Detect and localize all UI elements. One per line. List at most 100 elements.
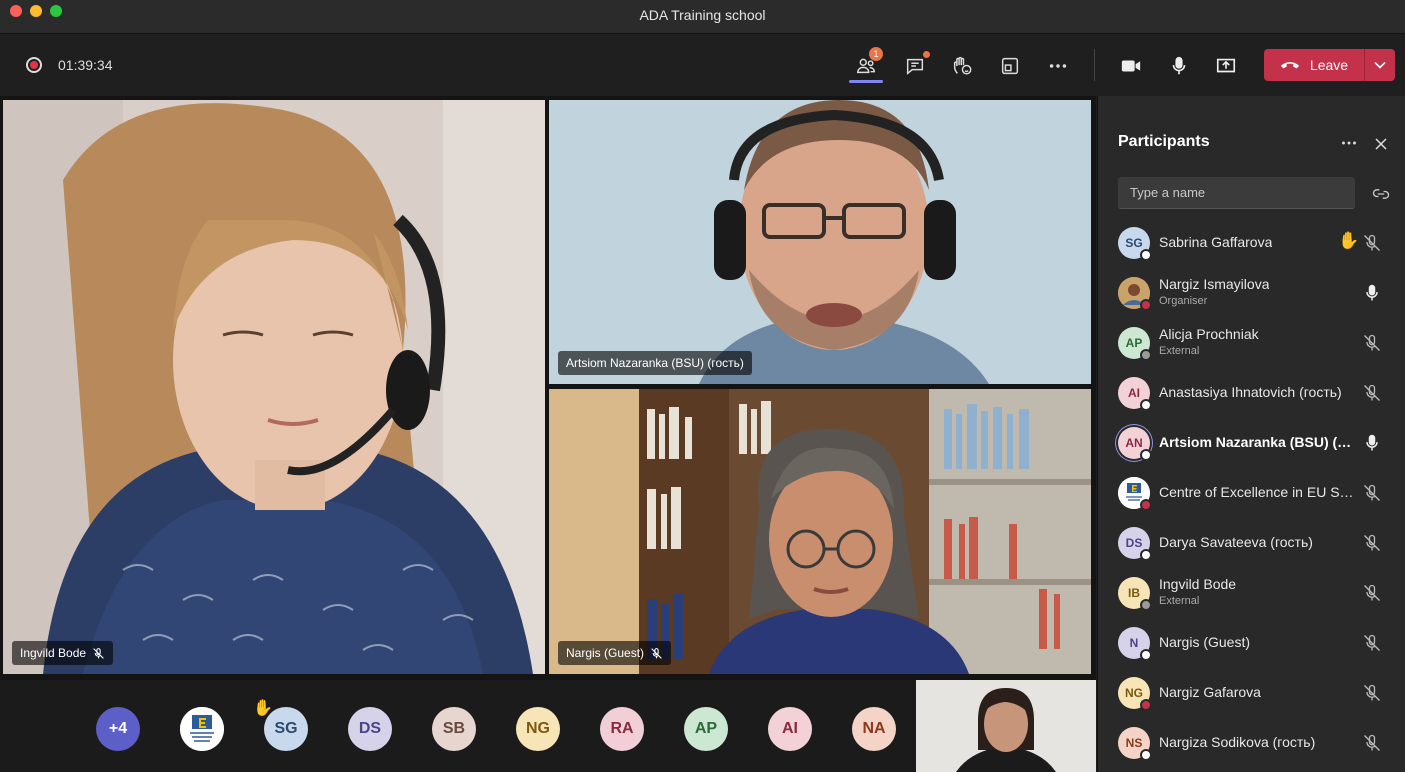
participant-row[interactable]: AI Anastasiya Ihnatovich (гость) — [1098, 368, 1405, 418]
participant-avatar: NG — [1118, 677, 1152, 711]
mic-off-icon[interactable] — [1362, 533, 1382, 553]
participant-row[interactable]: NS Nargiza Sodikova (гость) — [1098, 718, 1405, 768]
presence-status-icon — [1140, 499, 1152, 511]
participants-button[interactable]: 1 — [851, 47, 883, 81]
leave-options-button[interactable] — [1365, 49, 1395, 81]
participant-name: Nargiza Sodikova (гость) — [1159, 734, 1316, 750]
video-tile-ingvild[interactable]: Ingvild Bode — [3, 100, 545, 674]
presence-status-icon — [1140, 349, 1152, 361]
share-invite-button[interactable] — [1371, 184, 1391, 204]
gallery-initials: +4 — [108, 720, 128, 737]
share-tray-button[interactable] — [995, 51, 1025, 81]
participant-avatar: DS — [1118, 527, 1152, 561]
mic-off-icon[interactable] — [1362, 383, 1382, 403]
participant-name: Anastasiya Ihnatovich (гость) — [1159, 384, 1342, 400]
microphone-icon[interactable] — [1362, 283, 1382, 303]
gallery-avatar[interactable]: SB — [432, 707, 476, 751]
share-screen-icon — [1216, 58, 1236, 73]
meeting-toolbar: 01:39:34 1 Leave — [0, 35, 1405, 95]
participant-name: Centre of Excellence in EU Stu... — [1159, 484, 1355, 500]
gallery-initials: DS — [358, 720, 382, 737]
participant-row[interactable]: SG Sabrina Gaffarova ✋ — [1098, 218, 1405, 268]
mic-off-icon[interactable] — [1362, 633, 1382, 653]
avatar-initials: IB — [1128, 586, 1140, 600]
gallery-avatar[interactable]: NA — [852, 707, 896, 751]
video-tile-nargis[interactable]: Nargis (Guest) — [549, 389, 1091, 674]
mic-off-icon[interactable] — [1362, 583, 1382, 603]
mic-off-icon — [93, 647, 104, 659]
video-tile-artsiom[interactable]: Artsiom Nazaranka (BSU) (гость) — [549, 100, 1091, 384]
panel-more-button[interactable] — [1338, 132, 1360, 154]
participant-avatar — [1118, 277, 1152, 311]
leave-button[interactable]: Leave — [1264, 49, 1364, 81]
participant-avatar: AP — [1118, 327, 1152, 361]
participant-row[interactable]: Nargiz Ismayilova Organiser — [1098, 268, 1405, 318]
gallery-avatar-centre[interactable] — [180, 707, 224, 751]
mic-off-icon[interactable] — [1362, 483, 1382, 503]
gallery-initials: NA — [862, 720, 886, 737]
camera-button[interactable] — [1116, 51, 1146, 81]
mic-off-icon — [651, 647, 662, 659]
participant-row[interactable]: IB Ingvild Bode External — [1098, 568, 1405, 618]
gallery-avatar[interactable]: SG — [264, 707, 308, 751]
self-video-preview[interactable] — [916, 680, 1096, 772]
avatar-initials: AI — [1128, 386, 1140, 400]
presence-status-icon — [1140, 749, 1152, 761]
gallery-initials: AP — [694, 720, 718, 737]
more-participants-button[interactable]: +4 — [96, 707, 140, 751]
tile-participant-name: Nargis (Guest) — [566, 646, 645, 660]
chat-unread-dot — [923, 51, 930, 58]
mic-off-icon[interactable] — [1362, 733, 1382, 753]
gallery-avatar[interactable]: AI — [768, 707, 812, 751]
participant-avatar: N — [1118, 627, 1152, 661]
participant-avatar — [1118, 477, 1152, 511]
reactions-button[interactable] — [947, 51, 977, 81]
rooms-icon — [1001, 57, 1019, 75]
panel-close-button[interactable] — [1371, 134, 1391, 154]
recording-icon — [26, 57, 42, 73]
participant-row[interactable]: N Nargis (Guest) — [1098, 618, 1405, 668]
participant-name: Nargiz Gafarova — [1159, 684, 1261, 700]
chat-button[interactable] — [900, 51, 930, 81]
tile-name-label: Artsiom Nazaranka (BSU) (гость) — [558, 351, 752, 375]
chevron-down-icon — [1374, 61, 1386, 69]
share-screen-button[interactable] — [1211, 51, 1241, 81]
toolbar-divider — [1094, 49, 1095, 81]
participant-row[interactable]: DS Darya Savateeva (гость) — [1098, 518, 1405, 568]
gallery-avatar[interactable]: DS — [348, 707, 392, 751]
tile-name-label: Nargis (Guest) — [558, 641, 672, 665]
participant-row[interactable]: AN Artsiom Nazaranka (BSU) (го... — [1098, 418, 1405, 468]
presence-status-icon — [1140, 649, 1152, 661]
presence-status-icon — [1140, 449, 1152, 461]
participant-name: Nargis (Guest) — [1159, 634, 1251, 650]
microphone-icon[interactable] — [1362, 433, 1382, 453]
presence-status-icon — [1140, 249, 1152, 261]
presence-status-icon — [1140, 399, 1152, 411]
gallery-avatar[interactable]: AP — [684, 707, 728, 751]
avatar-initials: AP — [1125, 336, 1143, 350]
participant-name: Artsiom Nazaranka (BSU) (го... — [1159, 434, 1355, 450]
microphone-button[interactable] — [1164, 51, 1194, 81]
presence-status-icon — [1140, 599, 1152, 611]
hang-up-icon — [1280, 62, 1300, 69]
more-actions-button[interactable] — [1043, 51, 1073, 81]
tile-participant-name: Artsiom Nazaranka (BSU) (гость) — [566, 356, 744, 370]
participants-count-badge: 1 — [869, 47, 883, 61]
mic-off-icon[interactable] — [1362, 683, 1382, 703]
participant-row[interactable]: Centre of Excellence in EU Stu... — [1098, 468, 1405, 518]
participant-row[interactable]: AP Alicja Prochniak External — [1098, 318, 1405, 368]
avatar-initials: AN — [1125, 436, 1143, 450]
participant-avatar: SG — [1118, 227, 1152, 261]
participant-row[interactable]: NG Nargiz Gafarova — [1098, 668, 1405, 718]
participant-search-input[interactable] — [1118, 177, 1355, 209]
participant-role: External — [1159, 595, 1200, 607]
avatar-initials: N — [1129, 636, 1139, 650]
link-icon — [1372, 189, 1390, 199]
leave-label: Leave — [1309, 57, 1349, 73]
gallery-avatar[interactable]: RA — [600, 707, 644, 751]
mic-off-icon[interactable] — [1362, 233, 1382, 253]
chat-icon — [906, 58, 924, 75]
mic-off-icon[interactable] — [1362, 333, 1382, 353]
microphone-icon — [1172, 56, 1186, 75]
gallery-avatar[interactable]: NG — [516, 707, 560, 751]
